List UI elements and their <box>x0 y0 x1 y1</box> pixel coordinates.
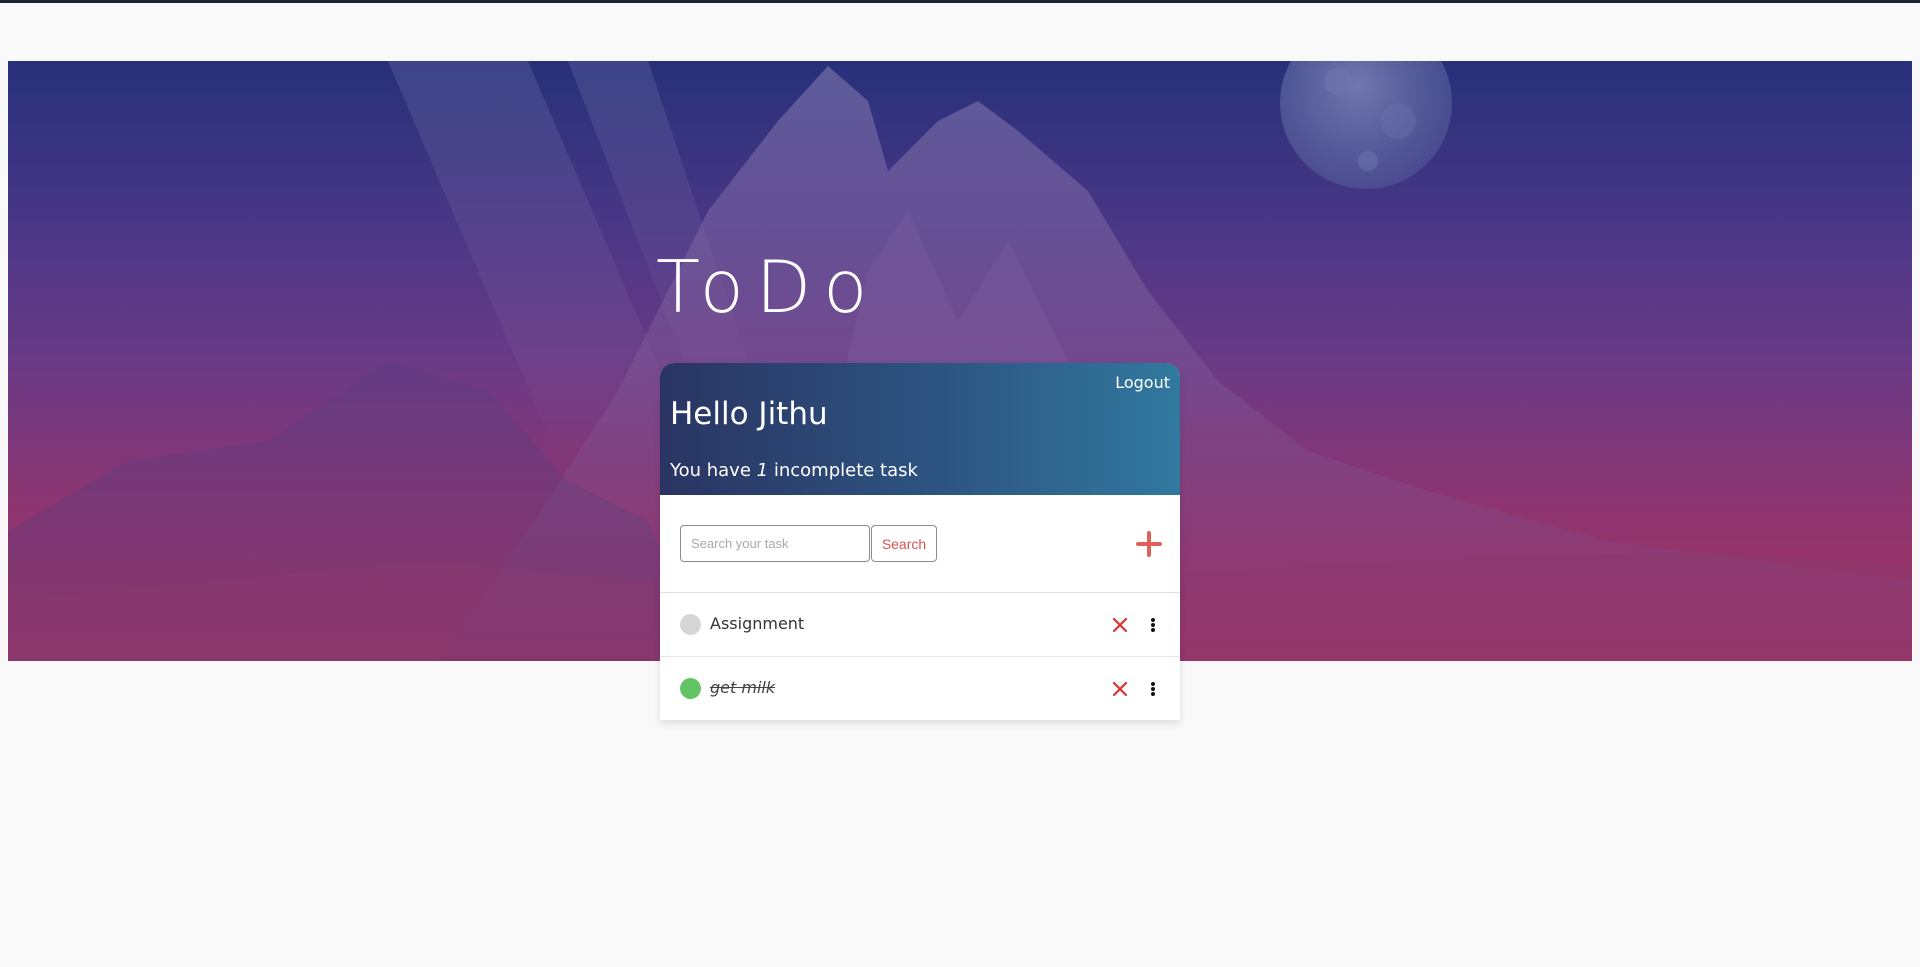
search-input[interactable] <box>680 525 870 562</box>
close-icon[interactable] <box>1108 613 1132 637</box>
incomplete-count: 1 <box>756 460 769 481</box>
todo-card: Logout Hello Jithu You have 1 incomplete… <box>660 363 1180 720</box>
summary-suffix: incomplete task <box>773 460 918 481</box>
logout-link[interactable]: Logout <box>1115 373 1170 392</box>
task-status-toggle[interactable] <box>680 678 701 699</box>
task-list: Assignment get milk <box>660 593 1180 720</box>
task-toolbar: Search <box>660 495 1180 593</box>
app-title: ToDo <box>656 245 880 329</box>
more-vertical-icon[interactable] <box>1146 613 1160 637</box>
summary-prefix: You have <box>670 460 751 481</box>
task-status-toggle[interactable] <box>680 614 701 635</box>
card-header: Logout Hello Jithu You have 1 incomplete… <box>660 363 1180 495</box>
task-label: get milk <box>710 678 776 697</box>
task-row: get milk <box>660 657 1180 720</box>
plus-icon[interactable] <box>1136 531 1162 557</box>
close-icon[interactable] <box>1108 677 1132 701</box>
top-border <box>0 0 1920 3</box>
task-label: Assignment <box>710 614 805 633</box>
greeting-heading: Hello Jithu <box>670 396 828 432</box>
search-button[interactable]: Search <box>871 525 937 562</box>
incomplete-summary: You have 1 incomplete task <box>670 460 918 481</box>
task-row: Assignment <box>660 593 1180 657</box>
more-vertical-icon[interactable] <box>1146 677 1160 701</box>
